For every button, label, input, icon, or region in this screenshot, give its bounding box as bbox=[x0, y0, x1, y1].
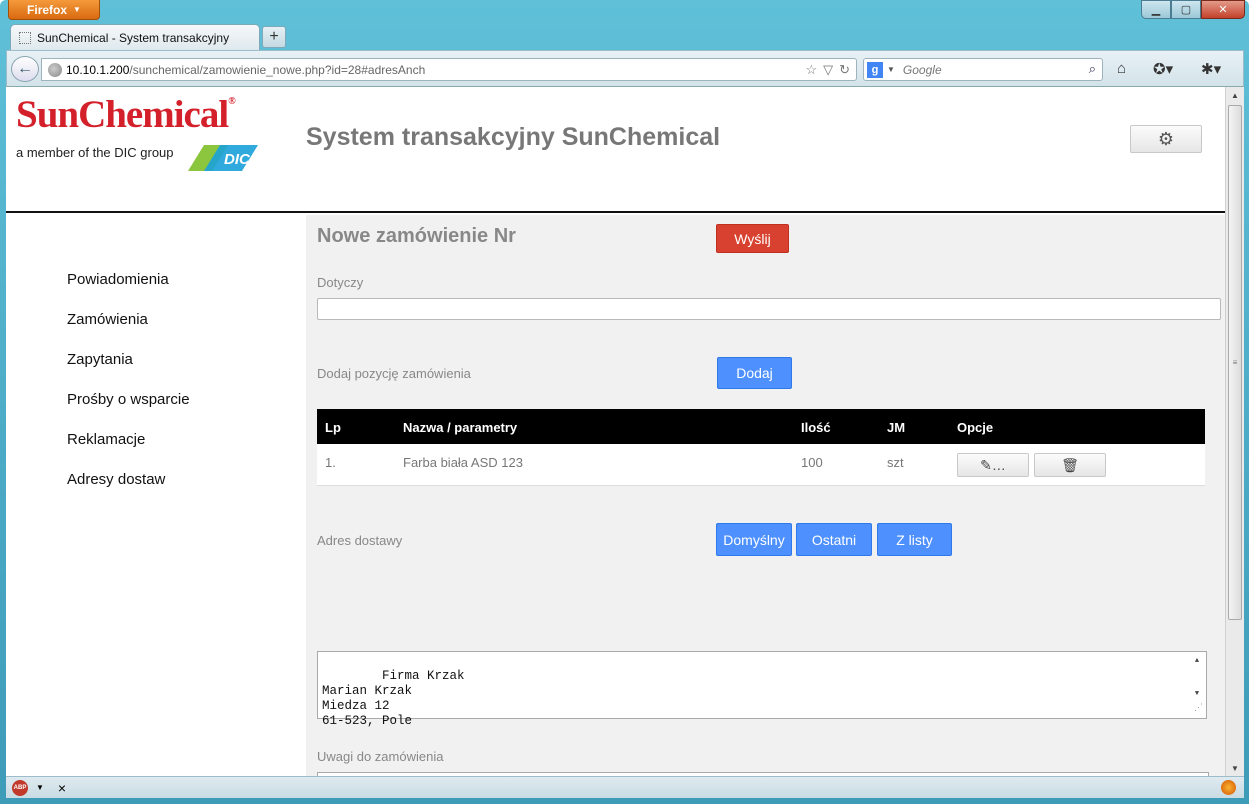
chevron-down-icon: ▼ bbox=[73, 5, 81, 14]
col-name: Nazwa / parametry bbox=[403, 420, 518, 435]
sidebar-item-prosby[interactable]: Prośby o wsparcie bbox=[67, 391, 190, 408]
address-label: Adres dostawy bbox=[317, 533, 403, 548]
address-textarea[interactable]: Firma Krzak Marian Krzak Miedza 12 61-52… bbox=[317, 651, 1207, 728]
sunchemical-logo[interactable]: SunChemical® a member of the DIC group D… bbox=[16, 93, 258, 171]
table-row: 1. Farba biała ASD 123 100 szt ✎… 🗑 bbox=[317, 444, 1205, 486]
scroll-up-icon[interactable]: ▲ bbox=[1226, 87, 1244, 103]
dic-logo-icon: DIC bbox=[188, 145, 258, 171]
address-text: Firma Krzak Marian Krzak Miedza 12 61-52… bbox=[322, 669, 465, 728]
cell-name: Farba biała ASD 123 bbox=[403, 455, 523, 470]
cell-qty: 100 bbox=[801, 455, 823, 470]
order-items-table: Lp Nazwa / parametry Ilość JM Opcje 1. F… bbox=[317, 409, 1205, 486]
table-header: Lp Nazwa / parametry Ilość JM Opcje bbox=[317, 409, 1205, 444]
scroll-up-icon[interactable]: ▲ bbox=[1195, 654, 1199, 669]
order-form: Nowe zamówienie Nr Wyślij Dotyczy Dodaj … bbox=[306, 215, 1225, 776]
scrollbar-thumb[interactable]: ≡ bbox=[1228, 105, 1242, 620]
last-address-button[interactable]: Ostatni bbox=[796, 523, 872, 556]
google-icon[interactable]: g bbox=[867, 61, 883, 78]
browser-tab[interactable]: SunChemical - System transakcyjny bbox=[10, 24, 260, 50]
textarea-scrollbar[interactable]: ▲ ▼ bbox=[1190, 654, 1204, 702]
add-item-label: Dodaj pozycję zamówienia bbox=[317, 366, 471, 381]
firefox-menu-button[interactable]: Firefox ▼ bbox=[8, 0, 100, 20]
url-path: /sunchemical/zamowienie_nowe.php?id=28#a… bbox=[129, 62, 426, 77]
trash-icon: 🗑 bbox=[1061, 456, 1079, 473]
pencil-icon: ✎… bbox=[980, 456, 1006, 473]
sidebar-item-zamowienia[interactable]: Zamówienia bbox=[67, 311, 148, 328]
sidebar-item-adresy[interactable]: Adresy dostaw bbox=[67, 471, 165, 488]
notes-label: Uwagi do zamówienia bbox=[317, 749, 444, 764]
firefox-menu-label: Firefox bbox=[27, 2, 68, 17]
dic-logo-text: DIC bbox=[224, 151, 251, 168]
minimize-button[interactable]: ▁ bbox=[1141, 0, 1171, 19]
page-header: SunChemical® a member of the DIC group D… bbox=[6, 87, 1225, 213]
cell-unit: szt bbox=[887, 455, 904, 470]
sidebar: Powiadomienia Zamówienia Zapytania Prośb… bbox=[6, 215, 306, 776]
delete-item-button[interactable]: 🗑 bbox=[1034, 453, 1106, 477]
gear-icon: ⚙ bbox=[1157, 128, 1175, 149]
edit-item-button[interactable]: ✎… bbox=[957, 453, 1029, 477]
search-bar[interactable]: g ▼ Google ⌕ bbox=[863, 58, 1103, 81]
close-window-button[interactable]: ✕ bbox=[1201, 0, 1245, 19]
browser-window: Firefox ▼ ▁ ▢ ✕ SunChemical - System tran… bbox=[0, 0, 1249, 804]
site-title: System transakcyjny SunChemical bbox=[306, 123, 721, 151]
bookmark-star-icon[interactable]: ☆ bbox=[805, 62, 817, 78]
settings-button[interactable]: ⚙ bbox=[1130, 125, 1202, 153]
dotyczy-input[interactable] bbox=[317, 298, 1221, 320]
adblock-dropdown-icon[interactable]: ▼ bbox=[36, 783, 44, 792]
search-engine-dropdown-icon[interactable]: ▼ bbox=[887, 65, 895, 74]
globe-icon bbox=[48, 62, 62, 77]
url-host: 10.10.1.200 bbox=[66, 62, 130, 77]
home-icon[interactable]: ⌂ bbox=[1117, 60, 1126, 77]
window-controls: ▁ ▢ ✕ bbox=[1141, 0, 1245, 20]
back-button[interactable]: ← bbox=[11, 56, 39, 82]
dotyczy-label: Dotyczy bbox=[317, 275, 364, 290]
bookmarks-menu-icon[interactable]: ✪▾ bbox=[1153, 60, 1173, 78]
addon-bug-icon[interactable]: ✱▾ bbox=[1201, 60, 1221, 78]
tab-favicon-icon bbox=[19, 31, 31, 44]
scroll-down-icon[interactable]: ▼ bbox=[1226, 760, 1244, 776]
page-scrollbar[interactable]: ▲ ≡ ▼ bbox=[1225, 87, 1244, 776]
navigation-toolbar: ← 10.10.1.200/sunchemical/zamowienie_now… bbox=[6, 50, 1244, 87]
sidebar-item-zapytania[interactable]: Zapytania bbox=[67, 351, 133, 368]
default-address-button[interactable]: Domyślny bbox=[716, 523, 792, 556]
adblock-icon[interactable]: ABP bbox=[12, 779, 28, 796]
cell-lp: 1. bbox=[325, 455, 336, 470]
add-item-button[interactable]: Dodaj bbox=[717, 357, 792, 389]
sidebar-item-powiadomienia[interactable]: Powiadomienia bbox=[67, 271, 169, 288]
new-tab-button[interactable]: + bbox=[262, 26, 286, 48]
tab-title: SunChemical - System transakcyjny bbox=[37, 30, 230, 45]
status-bar: ABP ▼ × bbox=[6, 776, 1244, 798]
close-statusbar-button[interactable]: × bbox=[58, 780, 66, 796]
send-button[interactable]: Wyślij bbox=[716, 224, 789, 253]
reload-icon[interactable]: ↻ bbox=[839, 62, 850, 78]
search-input[interactable]: Google bbox=[903, 63, 942, 77]
url-bar[interactable]: 10.10.1.200/sunchemical/zamowienie_nowe.… bbox=[41, 58, 857, 81]
registered-mark: ® bbox=[228, 96, 236, 107]
resize-grip-icon[interactable]: ⋰ bbox=[1194, 701, 1203, 716]
sidebar-item-reklamacje[interactable]: Reklamacje bbox=[67, 431, 145, 448]
address-list-button[interactable]: Z listy bbox=[877, 523, 952, 556]
col-unit: JM bbox=[887, 420, 906, 435]
member-text: a member of the DIC group bbox=[16, 145, 174, 160]
col-lp: Lp bbox=[325, 420, 341, 435]
web-page: SunChemical® a member of the DIC group D… bbox=[6, 87, 1225, 776]
maximize-button[interactable]: ▢ bbox=[1171, 0, 1201, 19]
brand-name: SunChemical bbox=[16, 93, 229, 136]
history-dropdown-icon[interactable]: ▽ bbox=[823, 62, 833, 78]
col-qty: Ilość bbox=[801, 420, 831, 435]
firefox-status-icon bbox=[1221, 780, 1236, 795]
back-arrow-icon: ← bbox=[17, 60, 33, 77]
search-icon[interactable]: ⌕ bbox=[1089, 61, 1096, 77]
col-options: Opcje bbox=[957, 420, 994, 435]
page-title: Nowe zamówienie Nr bbox=[317, 225, 516, 247]
scroll-down-icon[interactable]: ▼ bbox=[1195, 687, 1199, 702]
